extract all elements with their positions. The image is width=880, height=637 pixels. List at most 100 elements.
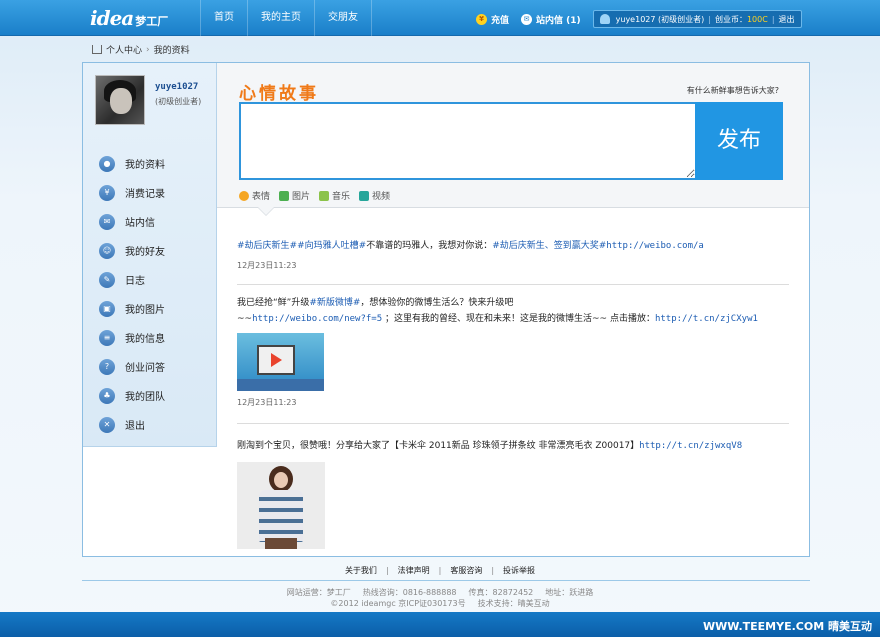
- sidebar-item-pictures[interactable]: ▣ 我的图片: [99, 294, 209, 323]
- question-icon: ?: [99, 358, 115, 375]
- brand-watermark: WWW.TEEMYE.COM 晴美互动: [702, 620, 872, 633]
- feed: #劫后庆新生##向玛雅人吐槽#不靠谱的玛雅人，我想对你说：#劫后庆新生、签到赢大…: [237, 223, 789, 557]
- post-link[interactable]: http://weibo.com/a: [606, 241, 704, 251]
- coin-value: 100C: [746, 14, 768, 24]
- post-text: 刚淘到个宝贝，很赞哦！分享给大家了【卡米伞 2011新品 珍珠领子拼条纹 非常漂…: [237, 438, 789, 454]
- user-toolbar: ¥ 充值 ✉ 站内信 (1) yuye1027 (初级创业者) | 创业币： 1…: [476, 9, 802, 29]
- footer-info-line1: 网站运营：梦工厂 热线咨询：0816-888888 传真：82872452 地址：跃进…: [0, 587, 880, 598]
- sidebar-item-team[interactable]: ♣ 我的团队: [99, 381, 209, 410]
- sidebar-item-messages[interactable]: ✉ 站内信: [99, 207, 209, 236]
- top-navigation-bar: idea 梦工厂 首页 我的主页 交朋友 ¥ 充值 ✉ 站内信 (1) yuye…: [0, 0, 880, 36]
- sidebar-item-my-profile[interactable]: ● 我的资料: [99, 149, 209, 178]
- video-icon: [359, 190, 370, 201]
- list-item: 刚淘到个宝贝，很赞哦！分享给大家了【卡米伞 2011新品 珍珠领子拼条纹 非常漂…: [237, 424, 789, 557]
- status-input[interactable]: [239, 102, 697, 180]
- music-icon: [319, 190, 330, 201]
- footer-link-support[interactable]: 客服咨询: [450, 566, 482, 575]
- model-face: [274, 472, 288, 488]
- hashtag-link[interactable]: #劫后庆新生、签到赢大奖#: [492, 241, 606, 251]
- footer-link-legal[interactable]: 法律声明: [398, 566, 430, 575]
- sidebar-item-spending[interactable]: ¥ 消费记录: [99, 178, 209, 207]
- emoji-icon: [239, 190, 249, 201]
- footer-address: 地址：跃进路: [545, 588, 594, 597]
- sidebar-item-label: 我的团队: [125, 392, 165, 403]
- avatar-face: [110, 88, 132, 114]
- sidebar-item-label: 我的图片: [125, 305, 165, 316]
- logout-link[interactable]: 退出: [779, 14, 795, 25]
- avatar[interactable]: [95, 75, 145, 125]
- post-link[interactable]: http://weibo.com/new?f=5: [252, 314, 382, 324]
- sidebar-item-friends[interactable]: ☺ 我的好友: [99, 236, 209, 265]
- home-icon: [92, 45, 102, 54]
- nav-make-friends[interactable]: 交朋友: [315, 0, 372, 36]
- post-text: 我已经抢“鲜”升级#新版微博#，想体验你的微博生活么？快来升级吧 ~~http:…: [237, 295, 789, 327]
- hashtag-link[interactable]: #劫后庆新生#: [237, 241, 297, 251]
- team-icon: ♣: [99, 387, 115, 404]
- breadcrumb-home[interactable]: 个人中心: [106, 43, 142, 56]
- footer-link-about[interactable]: 关于我们: [345, 566, 377, 575]
- footer-info: 网站运营：梦工厂 热线咨询：0816-888888 传真：82872452 地址：跃进…: [0, 587, 880, 609]
- sidebar-item-qa[interactable]: ? 创业问答: [99, 352, 209, 381]
- divider: |: [708, 14, 711, 24]
- sidebar-item-exit[interactable]: ✕ 退出: [99, 410, 209, 439]
- tool-image[interactable]: 图片: [279, 189, 310, 202]
- site-logo[interactable]: idea 梦工厂: [90, 6, 168, 30]
- user-info-box: yuye1027 (初级创业者) | 创业币： 100C | 退出: [592, 10, 802, 28]
- divider: |: [385, 566, 389, 575]
- messages-link[interactable]: ✉ 站内信 (1): [521, 13, 581, 26]
- divider: |: [438, 566, 442, 575]
- publish-button[interactable]: 发布: [695, 102, 783, 180]
- sidebar-item-info[interactable]: ≡ 我的信息: [99, 323, 209, 352]
- hashtag-link[interactable]: #新版微博#: [309, 298, 360, 308]
- post-link[interactable]: http://t.cn/zjCXyw1: [655, 314, 758, 324]
- sidebar-item-label: 我的好友: [125, 247, 165, 258]
- recharge-label: 充值: [491, 15, 510, 26]
- nav-home[interactable]: 首页: [200, 0, 248, 36]
- yen-icon: ¥: [476, 13, 487, 25]
- breadcrumb: 个人中心 › 我的资料: [92, 43, 190, 56]
- post-thumbnail-video[interactable]: [237, 333, 324, 391]
- hashtag-link[interactable]: #向玛雅人吐槽#: [297, 241, 366, 251]
- sidebar-item-label: 我的资料: [125, 160, 165, 171]
- coin-label: 创业币：: [714, 14, 747, 24]
- post-body: ~~: [237, 314, 253, 324]
- post-thumbnail-product[interactable]: [237, 462, 325, 549]
- friends-icon: ☺: [99, 242, 115, 259]
- post-time: 12月23日11:23: [237, 261, 297, 270]
- logo-cn-text: 梦工厂: [135, 15, 169, 28]
- post-body: 不靠谱的玛雅人，我想对你说：: [366, 241, 493, 251]
- exit-icon: ✕: [99, 416, 115, 433]
- tool-music[interactable]: 音乐: [319, 189, 350, 202]
- sidebar-item-label: 站内信: [125, 218, 155, 229]
- sidebar-item-label: 消费记录: [125, 189, 165, 200]
- sidebar: yuye1027 (初级创业者) ● 我的资料 ¥ 消费记录 ✉ 站内信 ☺ 我的好友 …: [83, 63, 217, 447]
- post-body: 刚淘到个宝贝，很赞哦！分享给大家了【卡米伞 2011新品 珍珠领子拼条纹 非常漂…: [237, 441, 640, 451]
- footer-link-report[interactable]: 投诉举报: [503, 566, 535, 575]
- tool-video[interactable]: 视频: [359, 189, 390, 202]
- main-nav: 首页 我的主页 交朋友: [200, 0, 372, 36]
- nav-my-homepage[interactable]: 我的主页: [248, 0, 315, 36]
- post-body: ；这里有我的曾经、现在和未来！这是我的微博生活~~ 点击播放：: [382, 314, 655, 324]
- sidebar-item-journal[interactable]: ✎ 日志: [99, 265, 209, 294]
- post-body: ，想体验你的微博生活么？快来升级吧: [360, 298, 514, 308]
- post-link[interactable]: http://t.cn/zjwxqV8: [639, 441, 742, 451]
- image-icon: [279, 190, 290, 201]
- profile-icon: ●: [99, 155, 115, 172]
- tool-emoji[interactable]: 表情: [239, 189, 270, 202]
- profile-username[interactable]: yuye1027: [155, 82, 198, 92]
- recharge-link[interactable]: ¥ 充值: [476, 13, 509, 26]
- footer-hotline: 热线咨询：0816-888888: [362, 588, 457, 597]
- sidebar-item-label: 日志: [125, 276, 145, 287]
- footer-links: 关于我们 | 法律声明 | 客服咨询 | 投诉举报: [0, 565, 880, 576]
- user-name-link[interactable]: yuye1027 (初级创业者): [616, 14, 705, 25]
- mail-icon: ✉: [521, 13, 533, 25]
- bottom-brand-bar: WWW.TEEMYE.COM 晴美互动: [0, 612, 880, 637]
- messages-label: 站内信 (1): [536, 15, 581, 26]
- main-panel: yuye1027 (初级创业者) ● 我的资料 ¥ 消费记录 ✉ 站内信 ☺ 我的好友 …: [82, 62, 810, 557]
- footer-operator: 网站运营：梦工厂: [286, 588, 351, 597]
- composer-tools: 表情 图片 音乐 视频: [239, 189, 399, 202]
- picture-icon: ▣: [99, 300, 115, 317]
- footer-tech-support: 技术支持：晴美互动: [477, 599, 550, 608]
- composer-notch-fill: [258, 207, 274, 215]
- tool-label: 音乐: [332, 192, 351, 202]
